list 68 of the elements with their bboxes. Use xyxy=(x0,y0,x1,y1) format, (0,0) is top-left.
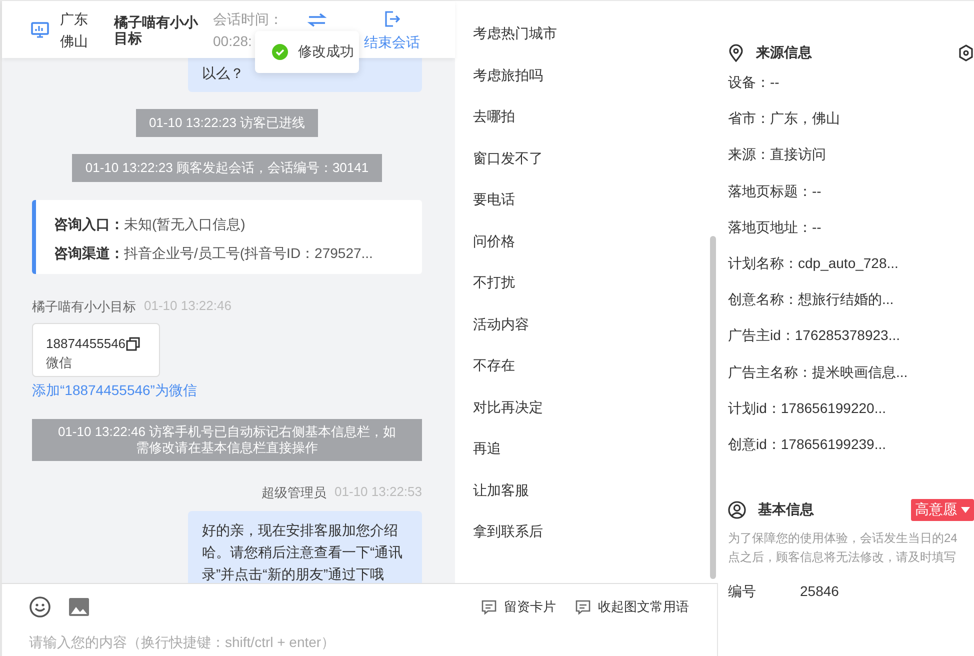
info-field: 广告主id：176285378923... xyxy=(728,323,974,360)
info-field: 创意名称：想旅行结婚的... xyxy=(728,287,974,324)
quick-reply-item[interactable]: 窗口发不了 xyxy=(473,148,718,189)
hexagon-icon xyxy=(958,44,974,62)
field-value: 25846 xyxy=(800,583,839,602)
quick-reply-item[interactable]: 考虑旅拍吗 xyxy=(473,64,718,106)
message-icon xyxy=(481,599,497,615)
toast-message: 修改成功 xyxy=(298,43,354,61)
check-icon xyxy=(272,44,288,60)
session-time: 00:28: xyxy=(213,32,253,50)
notice-text: 为了保障您的使用体验，会话发生当日的24点之后，顾客信息将无法修改，请及时填写 xyxy=(728,530,958,566)
toolbar-button[interactable]: 收起图文常用语 xyxy=(575,598,689,616)
info-field: 省市：广东，佛山 xyxy=(728,106,974,142)
quick-reply-item[interactable]: 去哪拍 xyxy=(473,106,718,148)
session-time-label: 会话时间： xyxy=(213,10,284,28)
info-field: 计划名称：cdp_auto_728... xyxy=(728,250,974,288)
info-field: 来源：直接访问 xyxy=(728,142,974,179)
monitor-icon xyxy=(30,20,50,40)
phone-number: 18874455546 xyxy=(46,335,126,353)
location-pin-icon xyxy=(728,44,744,62)
image-icon xyxy=(68,597,90,617)
toolbar-button[interactable]: 留资卡片 xyxy=(481,598,556,616)
system-message: 01-10 13:22:23 访客已进线 xyxy=(136,109,318,137)
info-field: 创意id：178656199239... xyxy=(728,432,974,468)
quick-reply-item[interactable]: 对比再决定 xyxy=(473,396,718,438)
quick-reply-item[interactable]: 要电话 xyxy=(473,189,718,230)
system-notice: 01-10 13:22:46 访客手机号已自动标记右侧基本信息栏，如需修改请在基本信息栏直接操作 xyxy=(32,419,422,461)
quick-reply-item[interactable]: 活动内容 xyxy=(473,314,718,355)
sender-name: 橘子喵有小小目标 xyxy=(32,298,136,316)
section-title: 来源信息 xyxy=(756,44,812,62)
image-button[interactable] xyxy=(68,597,90,617)
user-icon xyxy=(728,501,746,520)
info-field: 落地页地址：-- xyxy=(728,214,974,251)
section-title: 基本信息 xyxy=(758,501,814,520)
quick-reply-item[interactable]: 拿到联系后 xyxy=(473,521,718,562)
transfer-button[interactable] xyxy=(307,12,327,28)
message-time: 01-10 13:22:46 xyxy=(144,298,232,315)
copy-icon xyxy=(126,336,140,350)
quick-reply-item[interactable]: 让加客服 xyxy=(473,480,718,521)
location-text: 佛山 xyxy=(60,32,89,50)
message-bubble: 好的亲，现在安排客服加您介绍哈。请您稍后注意查看一下“通讯录”并点击“新的朋友”通过下哦 xyxy=(188,511,422,583)
quick-reply-item[interactable]: 再追 xyxy=(473,438,718,480)
message-icon xyxy=(575,599,591,615)
info-value: 未知(暂无入口信息) xyxy=(124,216,246,232)
contact-type: 微信 xyxy=(46,355,72,370)
smiley-icon xyxy=(29,596,51,618)
emoji-button[interactable] xyxy=(29,596,51,618)
quick-reply-item[interactable]: 考虑热门城市 xyxy=(473,23,718,64)
sender-name: 超级管理员 xyxy=(262,484,327,502)
info-value: 抖音企业号/员工号(抖音号ID：279527... xyxy=(124,245,373,261)
field-label: 编号 xyxy=(728,583,757,602)
info-field: 设备：-- xyxy=(728,70,974,106)
visitor-name: 橘子喵有小小目标 xyxy=(114,14,200,46)
quick-reply-item[interactable]: 不存在 xyxy=(473,355,718,396)
caret-icon xyxy=(961,507,970,514)
swap-icon xyxy=(307,12,327,28)
info-field: 计划id：178656199220... xyxy=(728,396,974,432)
message-time: 01-10 13:22:53 xyxy=(334,484,422,501)
info-field: 广告主名称：提米映画信息... xyxy=(728,360,974,396)
quick-reply-item[interactable]: 不打扰 xyxy=(473,272,718,314)
info-field: 落地页标题：-- xyxy=(728,178,974,215)
exit-icon xyxy=(384,10,400,28)
info-label: 咨询入口： xyxy=(54,216,124,232)
quick-reply-item[interactable]: 问价格 xyxy=(473,230,718,272)
info-label: 咨询渠道： xyxy=(54,245,124,261)
location-text: 广东 xyxy=(60,10,89,28)
intent-dropdown[interactable]: 高意愿 xyxy=(911,499,974,522)
system-message: 01-10 13:22:23 顾客发起会话，会话编号：30141 xyxy=(72,154,382,182)
